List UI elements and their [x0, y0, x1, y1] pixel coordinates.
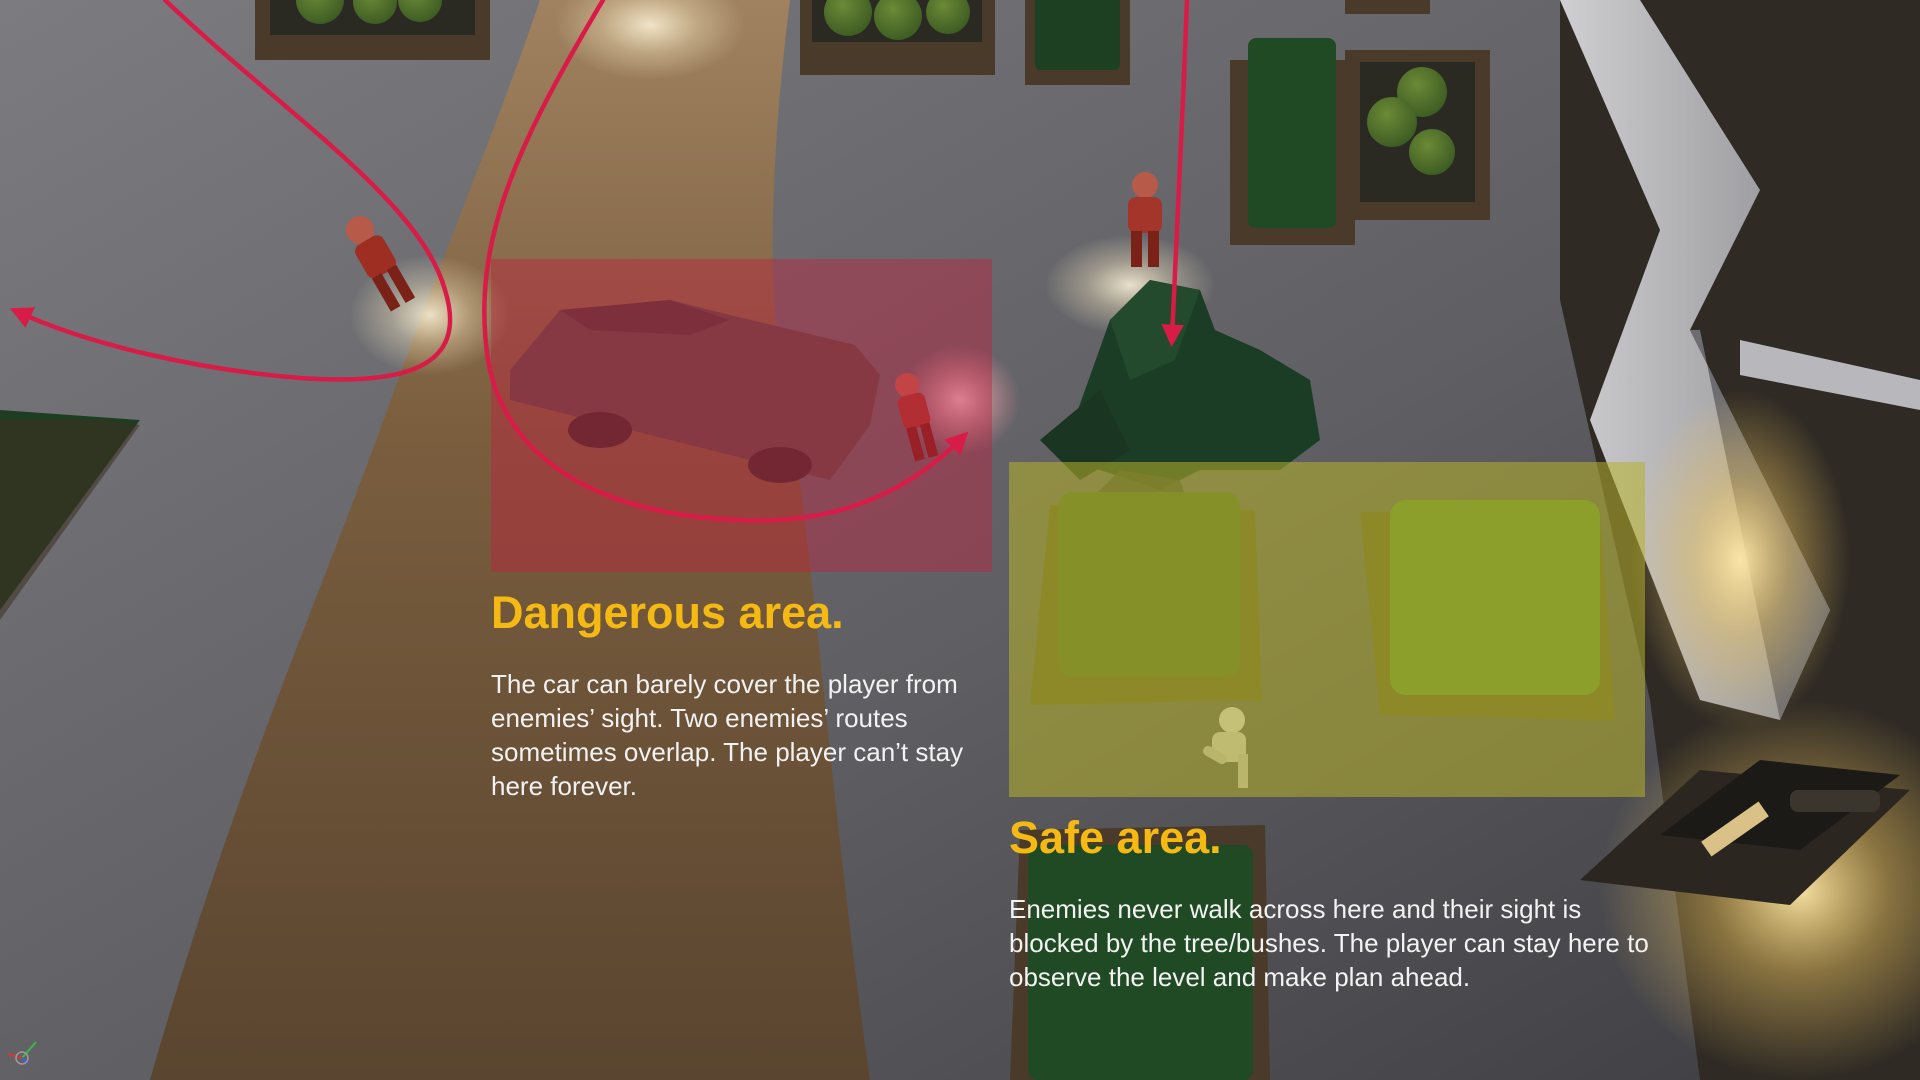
planter-bush-cluster	[1345, 50, 1490, 220]
wall-lamp-glow	[1630, 390, 1850, 730]
hedge-column	[1230, 38, 1355, 245]
hedge-top	[1025, 0, 1130, 85]
safe-area-description: Enemies never walk across here and their…	[1009, 894, 1649, 992]
planter-top-left	[255, 0, 490, 60]
safe-zone-overlay	[1009, 462, 1645, 797]
dangerous-area-title: Dangerous area.	[491, 587, 844, 638]
danger-zone-overlay	[491, 259, 992, 572]
planter-top-center	[800, 0, 995, 75]
dangerous-area-description: The car can barely cover the player from…	[491, 669, 964, 801]
planter-top-edge	[1345, 0, 1430, 14]
safe-area-title: Safe area.	[1009, 812, 1222, 863]
